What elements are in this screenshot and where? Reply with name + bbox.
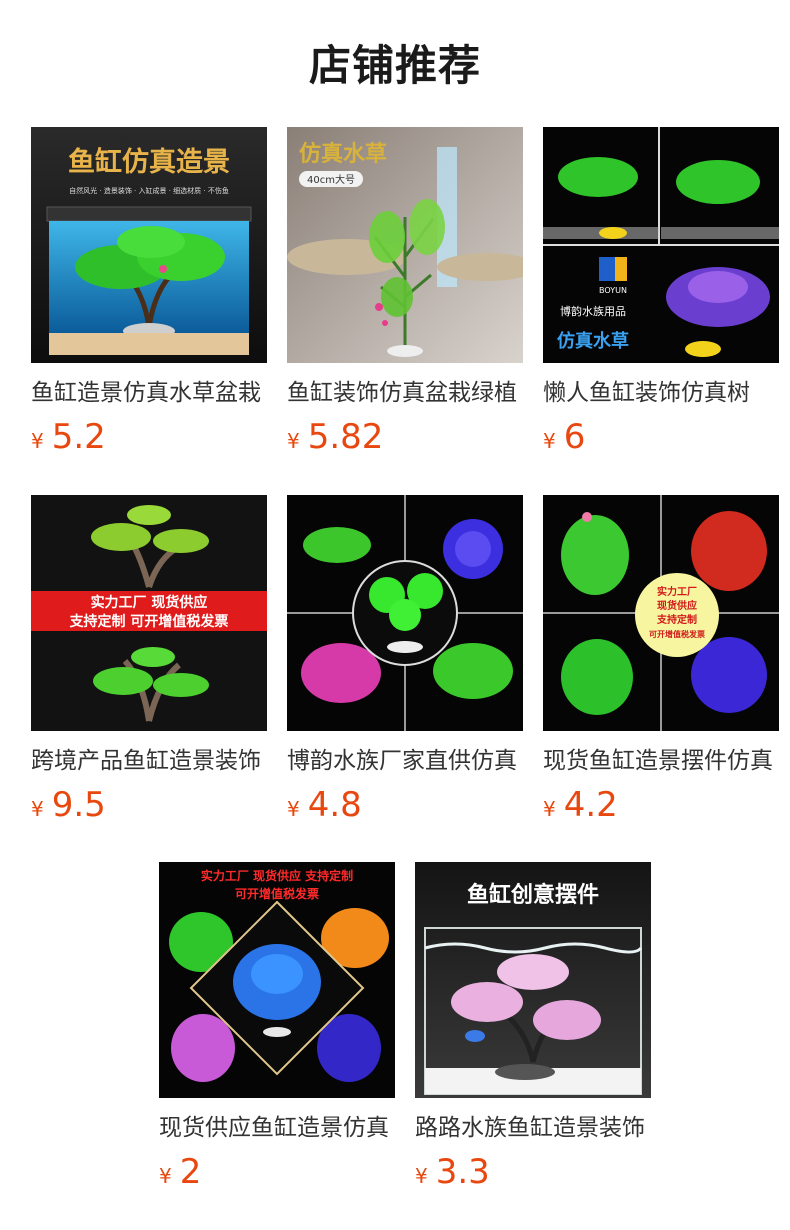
currency-symbol: ¥ <box>415 1164 428 1188</box>
badge-line1: 实力工厂 <box>657 585 697 598</box>
product-card[interactable]: 博韵水族厂家直供仿真 ¥4.8 <box>287 495 523 825</box>
product-card[interactable]: 实力工厂 现货供应 支持定制 可开增值税发票 现货鱼缸造景摆件仿真 ¥4.2 <box>543 495 779 825</box>
currency-symbol: ¥ <box>31 429 44 453</box>
product-card[interactable]: 实力工厂 现货供应 支持定制 可开增值税发票 跨境产品鱼缸造景装饰 ¥9.5 <box>31 495 267 825</box>
product-price: ¥6 <box>543 417 585 457</box>
product-image[interactable]: 实力工厂 现货供应 支持定制 可开增值税发票 <box>159 862 395 1098</box>
product-image[interactable]: 实力工厂 现货供应 支持定制 可开增值税发票 <box>543 495 779 731</box>
image-tag: 仿真水草 <box>557 330 629 352</box>
product-name[interactable]: 鱼缸造景仿真水草盆栽 <box>31 377 267 409</box>
banner-line1: 实力工厂 现货供应 <box>91 594 208 611</box>
product-card[interactable]: BOYUN 博韵水族用品 仿真水草 懒人鱼缸装饰仿真树 ¥6 <box>543 127 779 457</box>
price-value: 4.8 <box>307 785 362 825</box>
product-price: ¥5.82 <box>287 417 383 457</box>
currency-symbol: ¥ <box>287 429 300 453</box>
price-value: 5.82 <box>307 417 384 457</box>
product-name[interactable]: 懒人鱼缸装饰仿真树 <box>543 377 779 409</box>
image-top-line2: 可开增值税发票 <box>235 886 319 901</box>
product-card[interactable]: 鱼缸创意摆件 路路水族鱼缸造景装饰 ¥3.3 <box>415 862 651 1192</box>
product-price: ¥3.3 <box>415 1152 490 1192</box>
badge-line2: 现货供应 <box>657 599 697 612</box>
price-value: 3.3 <box>435 1152 490 1192</box>
product-price: ¥5.2 <box>31 417 106 457</box>
product-name[interactable]: 路路水族鱼缸造景装饰 <box>415 1112 651 1144</box>
image-subline: 自然风光 · 造景装饰 · 入缸成景 · 细选材质 · 不伤鱼 <box>69 186 229 195</box>
price-value: 9.5 <box>51 785 106 825</box>
product-image[interactable]: 鱼缸创意摆件 <box>415 862 651 1098</box>
product-name[interactable]: 鱼缸装饰仿真盆栽绿植 <box>287 377 523 409</box>
product-price: ¥4.8 <box>287 785 362 825</box>
product-image[interactable]: 实力工厂 现货供应 支持定制 可开增值税发票 <box>31 495 267 731</box>
price-value: 2 <box>179 1152 202 1192</box>
product-name[interactable]: 现货鱼缸造景摆件仿真 <box>543 745 779 777</box>
image-headline: 仿真水草 <box>299 141 387 167</box>
image-headline: 鱼缸仿真造景 <box>68 146 230 178</box>
product-image[interactable]: 仿真水草 40cm大号 <box>287 127 523 363</box>
product-price: ¥2 <box>159 1152 201 1192</box>
product-name[interactable]: 博韵水族厂家直供仿真 <box>287 745 523 777</box>
product-name[interactable]: 现货供应鱼缸造景仿真 <box>159 1112 395 1144</box>
banner-line2: 支持定制 可开增值税发票 <box>69 613 229 630</box>
page-title: 店铺推荐 <box>308 41 481 90</box>
product-card[interactable]: 仿真水草 40cm大号 鱼缸装饰仿真盆栽绿植 ¥5.82 <box>287 127 523 457</box>
product-image[interactable] <box>287 495 523 731</box>
currency-symbol: ¥ <box>543 797 556 821</box>
currency-symbol: ¥ <box>543 429 556 453</box>
product-name[interactable]: 跨境产品鱼缸造景装饰 <box>31 745 267 777</box>
image-top-line1: 实力工厂 现货供应 支持定制 <box>201 868 353 883</box>
product-card[interactable]: 实力工厂 现货供应 支持定制 可开增值税发票 现货供应鱼缸造景仿真 ¥2 <box>159 862 395 1192</box>
image-badge: 40cm大号 <box>307 173 355 186</box>
price-value: 6 <box>563 417 586 457</box>
badge-line4: 可开增值税发票 <box>649 629 705 639</box>
currency-symbol: ¥ <box>31 797 44 821</box>
brand-en: BOYUN <box>599 286 627 295</box>
price-value: 4.2 <box>563 785 618 825</box>
product-image[interactable]: BOYUN 博韵水族用品 仿真水草 <box>543 127 779 363</box>
product-card[interactable]: 鱼缸仿真造景 自然风光 · 造景装饰 · 入缸成景 · 细选材质 · 不伤鱼 鱼… <box>31 127 267 457</box>
image-headline: 鱼缸创意摆件 <box>467 882 599 908</box>
badge-line3: 支持定制 <box>656 613 697 626</box>
currency-symbol: ¥ <box>159 1164 172 1188</box>
product-price: ¥9.5 <box>31 785 106 825</box>
price-value: 5.2 <box>51 417 106 457</box>
currency-symbol: ¥ <box>287 797 300 821</box>
product-image[interactable]: 鱼缸仿真造景 自然风光 · 造景装饰 · 入缸成景 · 细选材质 · 不伤鱼 <box>31 127 267 363</box>
product-price: ¥4.2 <box>543 785 618 825</box>
brand-cn: 博韵水族用品 <box>560 304 626 318</box>
